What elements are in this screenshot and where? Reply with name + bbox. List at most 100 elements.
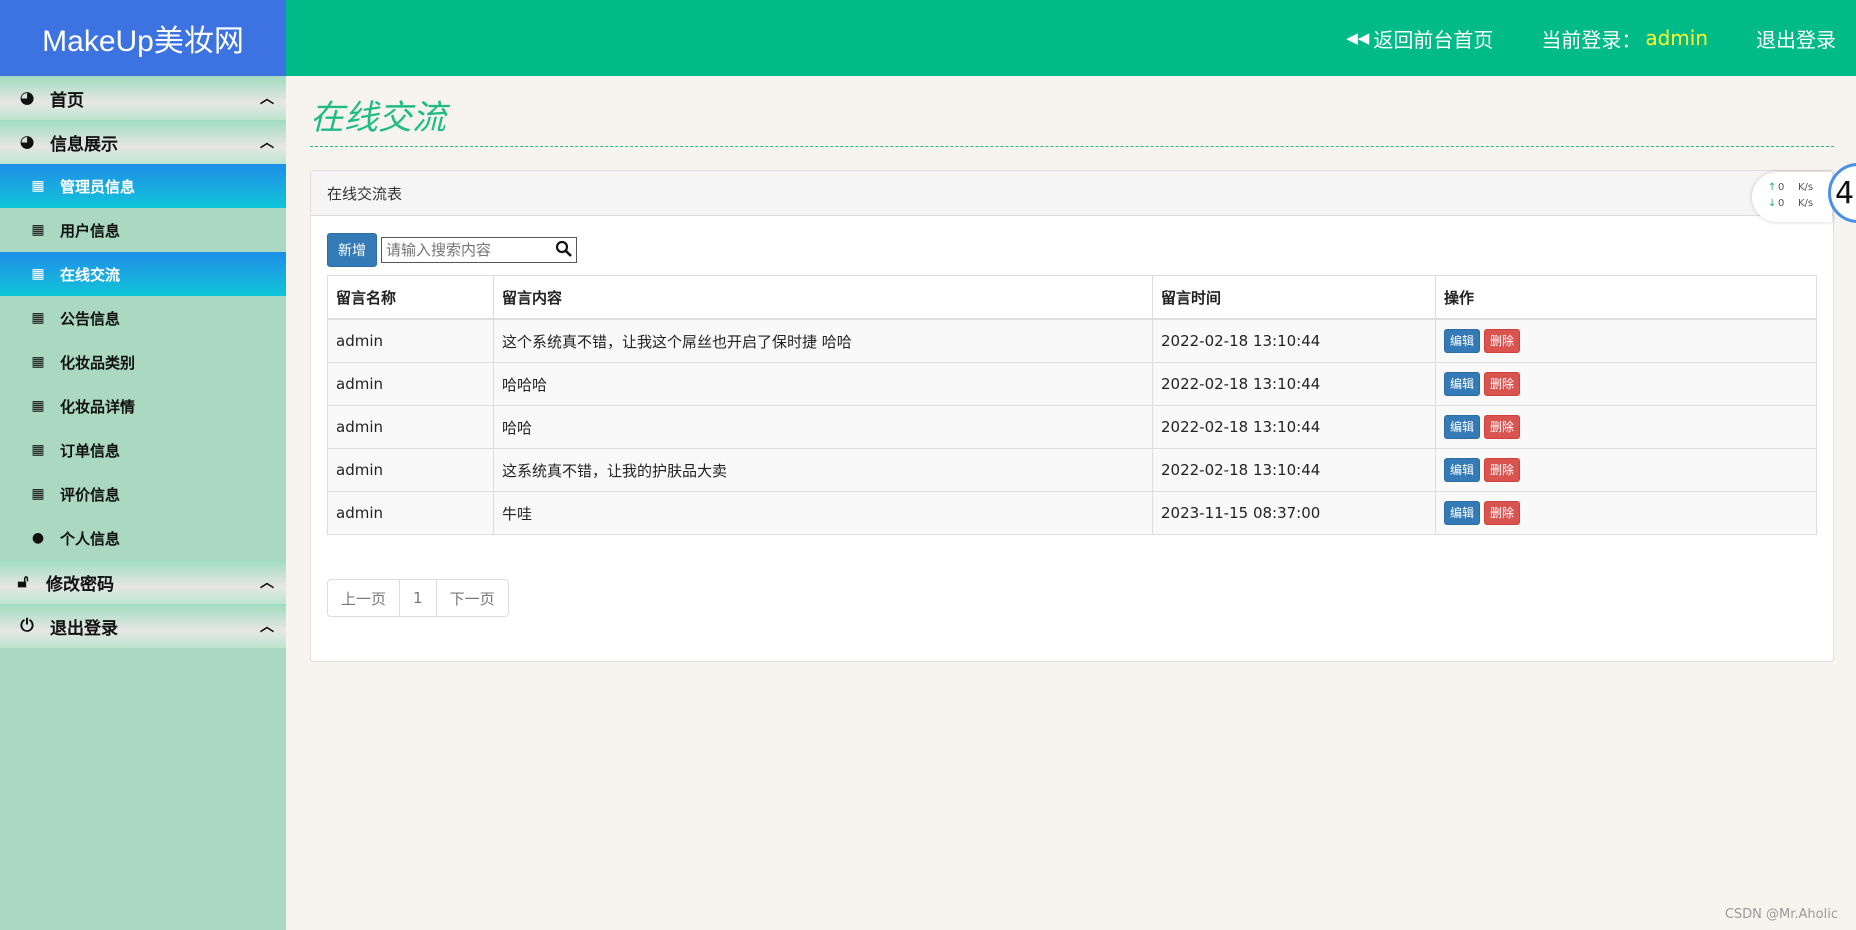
sidebar-change-password[interactable]: 🔓︎ 修改密码 ︿ — [0, 560, 286, 604]
download-rate: 0 — [1778, 198, 1785, 209]
sidebar-item-label: 在线交流 — [60, 265, 121, 284]
chevron-up-icon: ︿ — [260, 619, 274, 635]
pagination: 上一页 1 下一页 — [327, 579, 509, 617]
sidebar-logout[interactable]: ⏻ 退出登录 ︿ — [0, 604, 286, 648]
table-icon: ▦ — [31, 310, 45, 326]
prev-page-button[interactable]: 上一页 — [328, 580, 401, 616]
cell-content: 哈哈哈 — [493, 362, 1153, 406]
cell-time: 2022-02-18 13:10:44 — [1152, 362, 1436, 406]
edit-button[interactable]: 编辑 — [1444, 372, 1481, 396]
sidebar-item-user-info[interactable]: ▦ 用户信息 — [0, 208, 286, 252]
page-title: 在线交流 — [310, 98, 446, 138]
cell-content: 哈哈 — [493, 405, 1153, 449]
next-page-button[interactable]: 下一页 — [437, 580, 508, 616]
upload-unit: K/s — [1798, 182, 1814, 193]
lock-icon: 🔓︎ — [17, 572, 29, 592]
column-header-time: 留言时间 — [1152, 275, 1436, 320]
table-header-row: 留言名称 留言内容 留言时间 操作 — [327, 275, 1817, 320]
sidebar-item-review-info[interactable]: ▦ 评价信息 — [0, 472, 286, 516]
cell-name: admin — [327, 362, 494, 406]
cell-actions: 编辑 删除 — [1435, 448, 1817, 492]
delete-button[interactable]: 删除 — [1484, 415, 1521, 439]
upload-arrow-icon: ↑ — [1768, 182, 1777, 193]
delete-button[interactable]: 删除 — [1484, 372, 1521, 396]
edit-button[interactable]: 编辑 — [1444, 329, 1481, 353]
delete-button[interactable]: 删除 — [1484, 458, 1521, 482]
cell-actions: 编辑 删除 — [1435, 491, 1817, 535]
dashboard-icon: ◕ — [19, 88, 35, 108]
sidebar-item-online-chat[interactable]: ▦ 在线交流 — [0, 252, 286, 296]
sidebar-logout-label: 退出登录 — [50, 618, 118, 639]
sidebar-item-personal-info[interactable]: ● 个人信息 — [0, 516, 286, 560]
sidebar-info-group[interactable]: ◕ 信息展示 ︿ — [0, 120, 286, 164]
title-divider — [310, 146, 1834, 147]
back-to-front-label: 返回前台首页 — [1373, 27, 1494, 52]
sidebar-home-label: 首页 — [50, 90, 84, 111]
column-header-name: 留言名称 — [327, 275, 494, 320]
chevron-up-icon: ︿ — [260, 135, 274, 151]
sidebar-item-admin-info[interactable]: ▦ 管理员信息 — [0, 164, 286, 208]
cell-time: 2022-02-18 13:10:44 — [1152, 318, 1436, 363]
add-button[interactable]: 新增 — [327, 233, 377, 267]
double-left-arrow-icon: ◀◀ — [1346, 29, 1370, 47]
table-row: admin 牛哇 2023-11-15 08:37:00 编辑 删除 — [327, 491, 1817, 535]
search-icon[interactable] — [555, 239, 573, 259]
sidebar-info-group-label: 信息展示 — [50, 134, 118, 155]
column-header-actions: 操作 — [1435, 275, 1817, 320]
sidebar-home[interactable]: ◕ 首页 ︿ — [0, 76, 286, 120]
back-to-front-link[interactable]: ◀◀ 返回前台首页 — [1346, 24, 1493, 53]
chevron-up-icon: ︿ — [260, 91, 274, 107]
table-row: admin 哈哈哈 2022-02-18 13:10:44 编辑 删除 — [327, 362, 1817, 406]
cell-actions: 编辑 删除 — [1435, 318, 1817, 363]
edit-button[interactable]: 编辑 — [1444, 415, 1481, 439]
dashboard-icon: ◕ — [19, 132, 35, 152]
table-icon: ▦ — [31, 354, 45, 370]
sidebar-item-cosmetic-detail[interactable]: ▦ 化妆品详情 — [0, 384, 286, 428]
cell-name: admin — [327, 405, 494, 449]
delete-button[interactable]: 删除 — [1484, 501, 1521, 525]
current-login-label: 当前登录： — [1541, 27, 1642, 52]
current-login: 当前登录： admin — [1541, 24, 1708, 53]
edit-button[interactable]: 编辑 — [1444, 501, 1481, 525]
cell-time: 2022-02-18 13:10:44 — [1152, 448, 1436, 492]
table-icon: ▦ — [31, 442, 45, 458]
cell-actions: 编辑 删除 — [1435, 405, 1817, 449]
sidebar: ◕ 首页 ︿ ◕ 信息展示 ︿ ▦ 管理员信息 ▦ 用户信息 ▦ 在线交流 ▦ … — [0, 76, 286, 930]
sidebar-item-label: 订单信息 — [60, 441, 121, 460]
table-icon: ▦ — [31, 266, 45, 282]
cell-time: 2023-11-15 08:37:00 — [1152, 491, 1436, 535]
page-number-button[interactable]: 1 — [400, 580, 437, 616]
sidebar-item-label: 化妆品详情 — [60, 397, 136, 416]
sidebar-item-cosmetic-category[interactable]: ▦ 化妆品类别 — [0, 340, 286, 384]
table-icon: ▦ — [31, 398, 45, 414]
column-header-content: 留言内容 — [493, 275, 1153, 320]
edit-button[interactable]: 编辑 — [1444, 458, 1481, 482]
sidebar-item-label: 公告信息 — [60, 309, 121, 328]
sidebar-item-label: 评价信息 — [60, 485, 121, 504]
user-icon: ● — [31, 530, 45, 546]
download-unit: K/s — [1798, 198, 1814, 209]
table-row: admin 这个系统真不错，让我这个屌丝也开启了保时捷 哈哈 2022-02-1… — [327, 318, 1817, 363]
panel-title: 在线交流表 — [311, 171, 1833, 216]
sidebar-item-label: 个人信息 — [60, 529, 121, 548]
cell-actions: 编辑 删除 — [1435, 362, 1817, 406]
power-icon: ⏻ — [20, 616, 34, 636]
delete-button[interactable]: 删除 — [1484, 329, 1521, 353]
sidebar-item-label: 用户信息 — [60, 221, 121, 240]
cell-content: 牛哇 — [493, 491, 1153, 535]
network-speed-widget[interactable]: ↑ 0 K/s ↓ 0 K/s — [1752, 172, 1832, 222]
chevron-up-icon: ︿ — [260, 575, 274, 591]
sidebar-item-order-info[interactable]: ▦ 订单信息 — [0, 428, 286, 472]
table-row: admin 哈哈 2022-02-18 13:10:44 编辑 删除 — [327, 405, 1817, 449]
table-icon: ▦ — [31, 486, 45, 502]
cell-content: 这个系统真不错，让我这个屌丝也开启了保时捷 哈哈 — [493, 318, 1153, 363]
sidebar-item-announcement[interactable]: ▦ 公告信息 — [0, 296, 286, 340]
site-logo[interactable]: MakeUp美妆网 — [0, 0, 286, 76]
header-logout-link[interactable]: 退出登录 — [1756, 24, 1836, 53]
top-links: ◀◀ 返回前台首页 当前登录： admin 退出登录 — [1298, 0, 1836, 76]
cell-name: admin — [327, 491, 494, 535]
chat-table: 留言名称 留言内容 留言时间 操作 admin 这个系统真不错，让我这个屌丝也开… — [327, 275, 1817, 535]
chat-panel: 在线交流表 新增 留言名称 留言内容 留言时间 操作 admin 这个系统真不错… — [310, 170, 1834, 662]
sidebar-change-password-label: 修改密码 — [46, 574, 114, 595]
search-input[interactable] — [382, 240, 556, 260]
